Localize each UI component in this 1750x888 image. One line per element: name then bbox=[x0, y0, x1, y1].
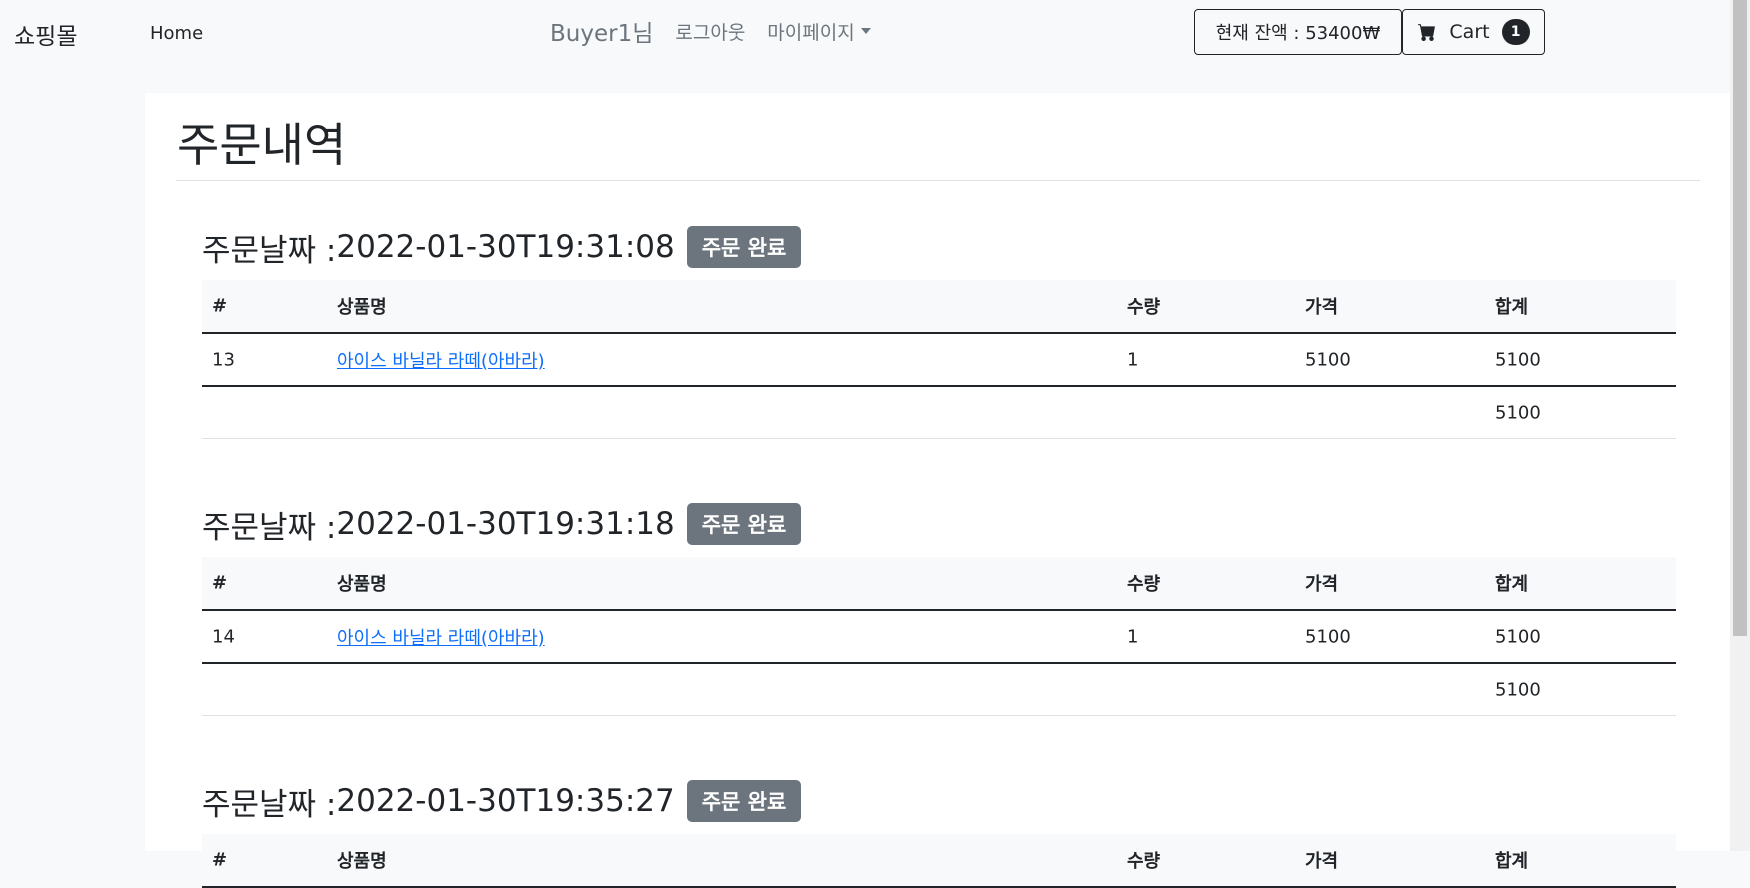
item-price: 5100 bbox=[1305, 626, 1351, 647]
header-qty: 수량 bbox=[1127, 574, 1161, 595]
item-price: 5100 bbox=[1305, 349, 1351, 370]
order-header: 주문날짜 : 2022-01-30T19:31:18 주문 완료 bbox=[202, 500, 1676, 548]
cart-label: Cart bbox=[1449, 21, 1490, 43]
table-header: # 상품명 수량 가격 합계 bbox=[202, 834, 1676, 888]
balance-label: 현재 잔액 : 53400₩ bbox=[1215, 23, 1381, 44]
header-price: 가격 bbox=[1305, 574, 1339, 595]
nav-home-link[interactable]: Home bbox=[150, 23, 203, 44]
order-table: # 상품명 수량 가격 합계 13 아이스 바닐라 라떼(아바라) 1 5100… bbox=[202, 280, 1676, 439]
header-price: 가격 bbox=[1305, 297, 1339, 318]
navbar: 쇼핑몰 Home Buyer1님 로그아웃 마이페이지 현재 잔액 : 5340… bbox=[0, 0, 1730, 72]
order-table: # 상품명 수량 가격 합계 14 아이스 바닐라 라떼(아바라) 1 5100… bbox=[202, 557, 1676, 716]
user-name: Buyer1님 bbox=[550, 21, 654, 47]
item-id: 13 bbox=[212, 349, 235, 370]
item-qty: 1 bbox=[1127, 626, 1139, 647]
order-header: 주문날짜 : 2022-01-30T19:31:08 주문 완료 bbox=[202, 223, 1676, 271]
order-date: 2022-01-30T19:31:08 bbox=[336, 229, 675, 265]
caret-down-icon bbox=[860, 28, 871, 34]
header-total: 합계 bbox=[1495, 297, 1529, 318]
page-scrollbar[interactable] bbox=[1730, 0, 1750, 851]
table-header: # 상품명 수량 가격 합계 bbox=[202, 557, 1676, 611]
order-section: 주문날짜 : 2022-01-30T19:31:08 주문 완료 # 상품명 수… bbox=[202, 223, 1676, 439]
order-date: 2022-01-30T19:31:18 bbox=[336, 506, 675, 542]
cart-count-badge: 1 bbox=[1501, 19, 1530, 45]
logout-link[interactable]: 로그아웃 bbox=[675, 18, 745, 45]
order-date: 2022-01-30T19:35:27 bbox=[336, 783, 675, 819]
item-total: 5100 bbox=[1495, 349, 1541, 370]
item-total: 5100 bbox=[1495, 626, 1541, 647]
table-row: 13 아이스 바닐라 라떼(아바라) 1 5100 5100 bbox=[202, 334, 1676, 387]
cart-button[interactable]: Cart 1 bbox=[1402, 9, 1545, 55]
header-number: # bbox=[212, 849, 228, 871]
scrollbar-thumb[interactable] bbox=[1733, 0, 1747, 636]
order-table: # 상품명 수량 가격 합계 bbox=[202, 834, 1676, 888]
table-footer: 5100 bbox=[202, 387, 1676, 439]
status-badge: 주문 완료 bbox=[686, 503, 802, 545]
order-sum: 5100 bbox=[1495, 402, 1541, 423]
header-number: # bbox=[212, 572, 228, 594]
header-number: # bbox=[212, 295, 228, 317]
header-qty: 수량 bbox=[1127, 297, 1161, 318]
brand-link[interactable]: 쇼핑몰 bbox=[14, 17, 77, 51]
product-link[interactable]: 아이스 바닐라 라떼(아바라) bbox=[337, 347, 545, 373]
header-product: 상품명 bbox=[337, 574, 387, 595]
status-badge: 주문 완료 bbox=[686, 780, 802, 822]
title-divider bbox=[176, 180, 1700, 181]
header-total: 합계 bbox=[1495, 574, 1529, 595]
order-date-label: 주문날짜 : bbox=[202, 232, 337, 269]
page-title: 주문내역 bbox=[177, 118, 347, 172]
table-row: 14 아이스 바닐라 라떼(아바라) 1 5100 5100 bbox=[202, 611, 1676, 664]
mypage-label: 마이페이지 bbox=[767, 21, 855, 44]
order-sum: 5100 bbox=[1495, 679, 1541, 700]
status-badge: 주문 완료 bbox=[686, 226, 802, 268]
balance-button[interactable]: 현재 잔액 : 53400₩ bbox=[1194, 9, 1402, 55]
order-header: 주문날짜 : 2022-01-30T19:35:27 주문 완료 bbox=[202, 777, 1676, 825]
order-date-label: 주문날짜 : bbox=[202, 786, 337, 823]
header-product: 상품명 bbox=[337, 297, 387, 318]
cart-icon bbox=[1418, 24, 1436, 41]
order-date-label: 주문날짜 : bbox=[202, 509, 337, 546]
item-id: 14 bbox=[212, 626, 235, 647]
main-content: 주문내역 주문날짜 : 2022-01-30T19:31:08 주문 완료 # … bbox=[145, 93, 1730, 888]
order-section: 주문날짜 : 2022-01-30T19:31:18 주문 완료 # 상품명 수… bbox=[202, 500, 1676, 716]
nav-user-menu: Buyer1님 로그아웃 마이페이지 bbox=[550, 14, 871, 48]
order-section: 주문날짜 : 2022-01-30T19:35:27 주문 완료 # 상품명 수… bbox=[202, 777, 1676, 888]
product-link[interactable]: 아이스 바닐라 라떼(아바라) bbox=[337, 624, 545, 650]
table-footer: 5100 bbox=[202, 664, 1676, 716]
mypage-dropdown[interactable]: 마이페이지 bbox=[767, 18, 871, 45]
item-qty: 1 bbox=[1127, 349, 1139, 370]
table-header: # 상품명 수량 가격 합계 bbox=[202, 280, 1676, 334]
